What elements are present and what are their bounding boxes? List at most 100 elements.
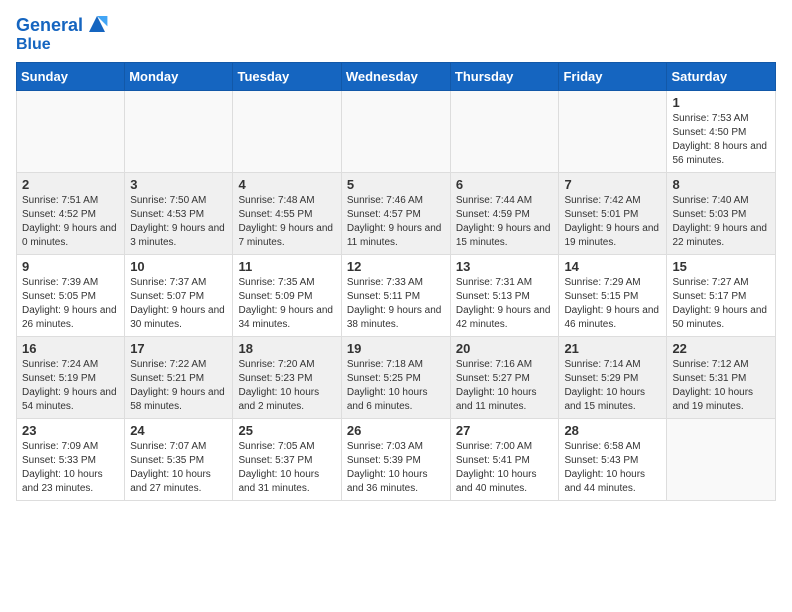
day-number: 7 [564, 177, 661, 192]
day-info: Sunrise: 7:05 AMSunset: 5:37 PMDaylight:… [238, 440, 335, 496]
calendar-cell [559, 90, 667, 172]
day-header-wednesday: Wednesday [341, 62, 450, 90]
day-header-monday: Monday [125, 62, 233, 90]
day-info: Sunrise: 7:50 AMSunset: 4:53 PMDaylight:… [130, 194, 227, 250]
calendar-header-row: SundayMondayTuesdayWednesdayThursdayFrid… [17, 62, 776, 90]
calendar-cell: 28 Sunrise: 6:58 AMSunset: 5:43 PMDayligh… [559, 418, 667, 500]
day-info: Sunrise: 7:51 AMSunset: 4:52 PMDaylight:… [22, 194, 119, 250]
day-number: 17 [130, 341, 227, 356]
day-header-tuesday: Tuesday [233, 62, 341, 90]
logo: General Blue [16, 16, 109, 54]
calendar-week-row: 23Sunrise: 7:09 AMSunset: 5:33 PMDayligh… [17, 418, 776, 500]
calendar-cell: 11 Sunrise: 7:35 AMSunset: 5:09 PMDayligh… [233, 254, 341, 336]
day-number: 16 [22, 341, 119, 356]
day-info: Sunrise: 7:31 AMSunset: 5:13 PMDaylight:… [456, 276, 554, 332]
page-header: General Blue [16, 16, 776, 54]
day-info: Sunrise: 7:46 AMSunset: 4:57 PMDaylight:… [347, 194, 445, 250]
calendar-cell: 17 Sunrise: 7:22 AMSunset: 5:21 PMDayligh… [125, 336, 233, 418]
calendar-cell: 13 Sunrise: 7:31 AMSunset: 5:13 PMDayligh… [450, 254, 559, 336]
day-number: 28 [564, 423, 661, 438]
day-number: 8 [672, 177, 770, 192]
calendar-cell: 24 Sunrise: 7:07 AMSunset: 5:35 PMDayligh… [125, 418, 233, 500]
day-info: Sunrise: 7:09 AMSunset: 5:33 PMDaylight:… [22, 440, 119, 496]
day-number: 10 [130, 259, 227, 274]
day-info: Sunrise: 7:29 AMSunset: 5:15 PMDaylight:… [564, 276, 661, 332]
day-info: Sunrise: 7:42 AMSunset: 5:01 PMDaylight:… [564, 194, 661, 250]
day-number: 14 [564, 259, 661, 274]
day-number: 5 [347, 177, 445, 192]
day-number: 3 [130, 177, 227, 192]
calendar-cell [125, 90, 233, 172]
day-info: Sunrise: 7:16 AMSunset: 5:27 PMDaylight:… [456, 358, 554, 414]
day-number: 15 [672, 259, 770, 274]
calendar-table: SundayMondayTuesdayWednesdayThursdayFrid… [16, 62, 776, 501]
day-info: Sunrise: 7:07 AMSunset: 5:35 PMDaylight:… [130, 440, 227, 496]
day-number: 11 [238, 259, 335, 274]
calendar-cell: 2 Sunrise: 7:51 AMSunset: 4:52 PMDaylight… [17, 172, 125, 254]
day-header-saturday: Saturday [667, 62, 776, 90]
calendar-cell: 18Sunrise: 7:20 AMSunset: 5:23 PMDayligh… [233, 336, 341, 418]
day-number: 2 [22, 177, 119, 192]
calendar-week-row: 1 Sunrise: 7:53 AMSunset: 4:50 PMDaylight… [17, 90, 776, 172]
calendar-cell: 1 Sunrise: 7:53 AMSunset: 4:50 PMDaylight… [667, 90, 776, 172]
day-header-thursday: Thursday [450, 62, 559, 90]
day-number: 18 [238, 341, 335, 356]
day-number: 19 [347, 341, 445, 356]
day-info: Sunrise: 6:58 AMSunset: 5:43 PMDaylight:… [564, 440, 661, 496]
calendar-cell: 20 Sunrise: 7:16 AMSunset: 5:27 PMDayligh… [450, 336, 559, 418]
day-info: Sunrise: 7:37 AMSunset: 5:07 PMDaylight:… [130, 276, 227, 332]
logo-blue-text: Blue [16, 36, 109, 54]
day-number: 20 [456, 341, 554, 356]
calendar-cell: 7 Sunrise: 7:42 AMSunset: 5:01 PMDaylight… [559, 172, 667, 254]
day-info: Sunrise: 7:22 AMSunset: 5:21 PMDaylight:… [130, 358, 227, 414]
day-number: 12 [347, 259, 445, 274]
day-info: Sunrise: 7:27 AMSunset: 5:17 PMDaylight:… [672, 276, 770, 332]
calendar-cell: 9 Sunrise: 7:39 AMSunset: 5:05 PMDaylight… [17, 254, 125, 336]
calendar-cell [450, 90, 559, 172]
calendar-cell: 3 Sunrise: 7:50 AMSunset: 4:53 PMDaylight… [125, 172, 233, 254]
day-info: Sunrise: 7:03 AMSunset: 5:39 PMDaylight:… [347, 440, 445, 496]
calendar-cell: 4 Sunrise: 7:48 AMSunset: 4:55 PMDaylight… [233, 172, 341, 254]
day-number: 13 [456, 259, 554, 274]
calendar-cell [17, 90, 125, 172]
day-info: Sunrise: 7:39 AMSunset: 5:05 PMDaylight:… [22, 276, 119, 332]
day-number: 4 [238, 177, 335, 192]
day-number: 25 [238, 423, 335, 438]
day-info: Sunrise: 7:00 AMSunset: 5:41 PMDaylight:… [456, 440, 554, 496]
day-info: Sunrise: 7:44 AMSunset: 4:59 PMDaylight:… [456, 194, 554, 250]
calendar-cell: 10 Sunrise: 7:37 AMSunset: 5:07 PMDayligh… [125, 254, 233, 336]
calendar-cell [233, 90, 341, 172]
day-info: Sunrise: 7:24 AMSunset: 5:19 PMDaylight:… [22, 358, 119, 414]
day-info: Sunrise: 7:35 AMSunset: 5:09 PMDaylight:… [238, 276, 335, 332]
day-header-friday: Friday [559, 62, 667, 90]
day-info: Sunrise: 7:14 AMSunset: 5:29 PMDaylight:… [564, 358, 661, 414]
calendar-cell [667, 418, 776, 500]
day-number: 26 [347, 423, 445, 438]
day-info: Sunrise: 7:48 AMSunset: 4:55 PMDaylight:… [238, 194, 335, 250]
day-number: 9 [22, 259, 119, 274]
day-number: 24 [130, 423, 227, 438]
day-info: Sunrise: 7:53 AMSunset: 4:50 PMDaylight:… [672, 112, 770, 168]
day-info: Sunrise: 7:18 AMSunset: 5:25 PMDaylight:… [347, 358, 445, 414]
day-number: 22 [672, 341, 770, 356]
day-number: 6 [456, 177, 554, 192]
calendar-cell: 23Sunrise: 7:09 AMSunset: 5:33 PMDayligh… [17, 418, 125, 500]
calendar-cell: 26 Sunrise: 7:03 AMSunset: 5:39 PMDayligh… [341, 418, 450, 500]
calendar-cell: 19 Sunrise: 7:18 AMSunset: 5:25 PMDayligh… [341, 336, 450, 418]
calendar-cell: 5 Sunrise: 7:46 AMSunset: 4:57 PMDaylight… [341, 172, 450, 254]
calendar-cell: 22Sunrise: 7:12 AMSunset: 5:31 PMDayligh… [667, 336, 776, 418]
calendar-cell: 14 Sunrise: 7:29 AMSunset: 5:15 PMDayligh… [559, 254, 667, 336]
day-number: 21 [564, 341, 661, 356]
logo-text: General [16, 16, 109, 36]
calendar-cell: 21 Sunrise: 7:14 AMSunset: 5:29 PMDayligh… [559, 336, 667, 418]
day-header-sunday: Sunday [17, 62, 125, 90]
calendar-cell: 16 Sunrise: 7:24 AMSunset: 5:19 PMDayligh… [17, 336, 125, 418]
calendar-cell: 25 Sunrise: 7:05 AMSunset: 5:37 PMDayligh… [233, 418, 341, 500]
calendar-cell: 6 Sunrise: 7:44 AMSunset: 4:59 PMDaylight… [450, 172, 559, 254]
calendar-cell: 8 Sunrise: 7:40 AMSunset: 5:03 PMDaylight… [667, 172, 776, 254]
logo-icon [85, 12, 109, 36]
day-number: 1 [672, 95, 770, 110]
day-info: Sunrise: 7:40 AMSunset: 5:03 PMDaylight:… [672, 194, 770, 250]
calendar-week-row: 2 Sunrise: 7:51 AMSunset: 4:52 PMDaylight… [17, 172, 776, 254]
calendar-week-row: 9 Sunrise: 7:39 AMSunset: 5:05 PMDaylight… [17, 254, 776, 336]
